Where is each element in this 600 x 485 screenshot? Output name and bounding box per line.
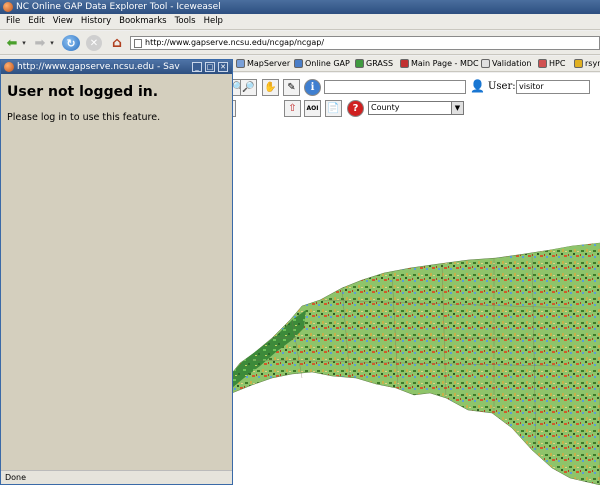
bookmark-main-page-mdc[interactable]: Main Page - MDC xyxy=(400,58,479,70)
bookmark-rsyn[interactable]: rsyn xyxy=(574,58,600,70)
select-arrow-icon: ▼ xyxy=(451,102,463,114)
upload-arrow-icon[interactable]: ⇧ xyxy=(284,100,301,117)
region-select[interactable]: County ▼ xyxy=(368,101,464,115)
aoi-button[interactable]: AOI xyxy=(304,100,321,117)
popup-body: User not logged in. Please log in to use… xyxy=(1,74,232,470)
nc-piedmont-coast xyxy=(232,242,600,485)
popup-heading: User not logged in. xyxy=(7,84,159,100)
draw-pencil-tool[interactable]: ✎ xyxy=(283,79,300,96)
rsyn-icon xyxy=(574,59,583,68)
map-search-input[interactable] xyxy=(324,80,466,94)
popup-window: http://www.gapserve.ncsu.edu - Sav _ □ ✕… xyxy=(0,59,233,485)
url-bar[interactable]: http://www.gapserve.ncsu.edu/ncgap/ncgap… xyxy=(130,36,600,50)
menu-help[interactable]: Help xyxy=(200,14,227,29)
menu-tools[interactable]: Tools xyxy=(171,14,200,29)
bookmark-validation[interactable]: Validation xyxy=(481,58,532,70)
bookmark-grass[interactable]: GRASS xyxy=(355,58,393,70)
bookmark-hpc[interactable]: HPC xyxy=(538,58,565,70)
bookmark-online-gap[interactable]: Online GAP xyxy=(294,58,350,70)
popup-statusbar: Done xyxy=(1,470,232,484)
back-button[interactable]: ⬅ xyxy=(4,35,20,51)
menu-file[interactable]: File xyxy=(2,14,24,29)
pan-hand-tool[interactable]: ✋ xyxy=(262,79,279,96)
window-titlebar: NC Online GAP Data Explorer Tool - Icewe… xyxy=(0,0,600,14)
maximize-button[interactable]: □ xyxy=(205,62,215,72)
info-icon[interactable]: i xyxy=(304,79,321,96)
home-button[interactable]: ⌂ xyxy=(108,35,126,51)
popup-titlebar: http://www.gapserve.ncsu.edu - Sav _ □ ✕ xyxy=(1,60,232,74)
forward-history-dropdown[interactable]: ▾ xyxy=(48,35,56,51)
close-button[interactable]: ✕ xyxy=(218,62,228,72)
menu-bar: File Edit View History Bookmarks Tools Help xyxy=(0,14,600,30)
landcover-map[interactable] xyxy=(232,188,600,485)
hpc-icon xyxy=(538,59,547,68)
minimize-button[interactable]: _ xyxy=(192,62,202,72)
popup-title: http://www.gapserve.ncsu.edu - Sav xyxy=(17,62,180,72)
iceweasel-icon xyxy=(3,2,13,12)
window-title: NC Online GAP Data Explorer Tool - Icewe… xyxy=(16,2,221,12)
menu-history[interactable]: History xyxy=(77,14,115,29)
menu-view[interactable]: View xyxy=(49,14,77,29)
page-icon xyxy=(134,39,142,48)
navigation-toolbar: ⬅ ▾ ➡ ▾ ↻ ✕ ⌂ http://www.gapserve.ncsu.e… xyxy=(0,31,600,55)
bookmark-mapserver[interactable]: MapServer xyxy=(236,58,290,70)
pdf-icon[interactable]: 📄 xyxy=(325,100,342,117)
user-label: User: xyxy=(488,81,516,92)
menu-edit[interactable]: Edit xyxy=(24,14,48,29)
reload-button[interactable]: ↻ xyxy=(62,35,80,51)
popup-app-icon xyxy=(4,62,14,72)
forward-button[interactable]: ➡ xyxy=(32,35,48,51)
user-icon: 👤 xyxy=(470,79,485,93)
region-select-value: County xyxy=(371,103,400,112)
url-text: http://www.gapserve.ncsu.edu/ncgap/ncgap… xyxy=(145,38,325,47)
zoom-out-tool[interactable]: 🔎 xyxy=(240,79,257,96)
menu-bookmarks[interactable]: Bookmarks xyxy=(115,14,171,29)
help-icon[interactable]: ? xyxy=(347,100,364,117)
validation-icon xyxy=(481,59,490,68)
user-field[interactable]: visitor xyxy=(516,80,590,94)
online-gap-icon xyxy=(294,59,303,68)
mdc-icon xyxy=(400,59,409,68)
popup-message: Please log in to use this feature. xyxy=(7,112,161,123)
stop-button[interactable]: ✕ xyxy=(86,35,102,51)
back-history-dropdown[interactable]: ▾ xyxy=(20,35,28,51)
mapserver-icon xyxy=(236,59,245,68)
grass-icon xyxy=(355,59,364,68)
